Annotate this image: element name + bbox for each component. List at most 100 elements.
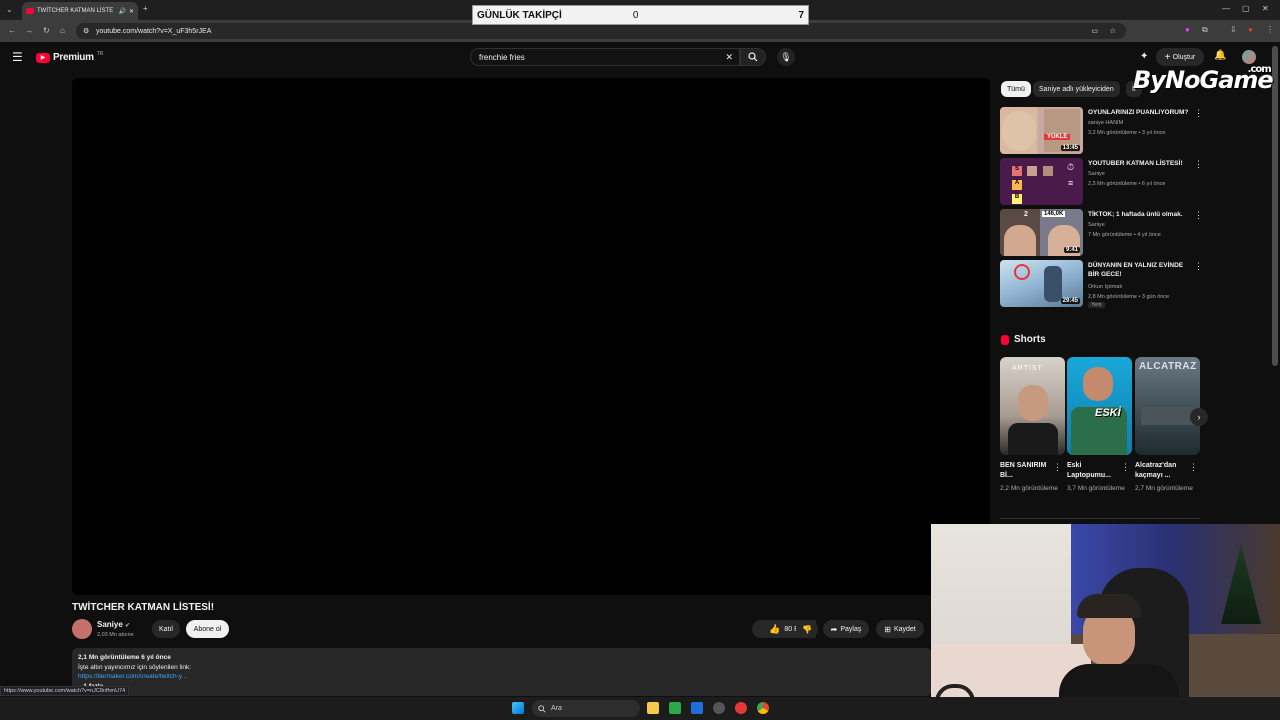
description-more[interactable]: ...1 fazla — [78, 682, 926, 692]
notifications-bell-icon[interactable]: 🔔 — [1214, 50, 1226, 61]
windows-start-icon[interactable] — [512, 702, 524, 714]
new-tab-icon[interactable]: + — [143, 5, 148, 13]
short-title[interactable]: Eski Laptopumu... — [1067, 461, 1119, 481]
window-close-icon[interactable]: ✕ — [1262, 5, 1269, 13]
save-label: Kaydet — [893, 625, 916, 633]
search-input[interactable]: frenchie fries ✕ — [470, 48, 740, 66]
create-label: Oluştur — [1172, 53, 1196, 61]
share-label: Paylaş — [840, 625, 862, 633]
page-scrollbar[interactable] — [1272, 46, 1278, 366]
obs-icon[interactable] — [713, 702, 725, 714]
more-actions-icon[interactable]: ⋮ — [1194, 159, 1203, 170]
site-info-icon[interactable]: ⚙ — [83, 27, 89, 35]
forward-icon[interactable]: → — [25, 27, 33, 35]
shorts-next-button[interactable]: › — [1190, 408, 1208, 426]
description-link[interactable]: https://tiermaker.com/create/twitch-y... — [78, 672, 926, 682]
chip-from-uploader[interactable]: Saniye adlı yükleyiciden — [1033, 81, 1120, 97]
more-actions-icon[interactable]: ⋮ — [1189, 462, 1198, 473]
back-icon[interactable]: ← — [8, 27, 16, 35]
shorts-heading: Shorts — [1001, 334, 1046, 345]
short-thumbnail[interactable]: ESKİ — [1067, 357, 1132, 455]
voice-search-button[interactable]: 🎙 — [777, 48, 795, 66]
thumbnail-face — [1018, 385, 1048, 421]
follower-counter-overlay: GÜNLÜK TAKİPÇİ 0 7 — [472, 5, 809, 25]
share-button[interactable]: ➦ Paylaş — [823, 620, 869, 638]
clear-search-icon[interactable]: ✕ — [725, 52, 733, 63]
watch-later-clock-icon[interactable]: ⏱ — [1067, 162, 1074, 173]
plus-icon: + — [1164, 51, 1171, 63]
join-button[interactable]: Katıl — [152, 620, 180, 638]
media-player-icon[interactable] — [735, 702, 747, 714]
short-thumbnail[interactable]: ALCATRAZ — [1135, 357, 1200, 455]
tier-label: A — [1012, 180, 1022, 190]
add-to-queue-icon[interactable]: ≡ — [1068, 178, 1073, 188]
more-actions-icon[interactable]: ⋮ — [1194, 108, 1203, 119]
browser-menu-icon[interactable]: ⋮ — [1266, 26, 1274, 34]
downloads-icon[interactable]: ⇩ — [1230, 26, 1237, 34]
more-actions-icon[interactable]: ⋮ — [1194, 210, 1203, 221]
rec-thumbnail[interactable]: 29:45 — [1000, 260, 1083, 307]
subscribe-label: Abone ol — [193, 625, 222, 633]
dislike-button[interactable]: 👎 — [796, 620, 818, 638]
profile-icon[interactable]: ● — [1248, 26, 1253, 34]
shorts-logo-icon — [1001, 334, 1009, 345]
reload-icon[interactable]: ↻ — [43, 27, 50, 35]
cast-icon[interactable]: ▭ — [1091, 27, 1098, 35]
rec-meta: 2,5 Mn görüntüleme • 6 yıl önce — [1088, 181, 1166, 187]
channel-avatar[interactable] — [72, 619, 92, 639]
browser-tab[interactable]: TWİTCHER KATMAN LİSTE 🔊 ✕ — [22, 2, 138, 20]
create-button[interactable]: + Oluştur — [1156, 48, 1204, 66]
rec-title[interactable]: TİKTOK; 1 haftada ünlü olmak. — [1088, 210, 1193, 219]
subscriber-count: 2,03 Mn abone — [97, 632, 134, 638]
rec-channel[interactable]: Saniye — [1088, 220, 1105, 230]
youtube-logo[interactable]: ▶ Premium TR — [36, 51, 103, 63]
tier-label: S — [1012, 166, 1022, 176]
rec-thumbnail[interactable]: 2 146,0K 9:41 — [1000, 209, 1083, 256]
thumbs-down-icon: 👎 — [802, 624, 812, 634]
search-button[interactable] — [740, 48, 766, 66]
channel-name[interactable]: Saniye ✔ — [97, 620, 130, 629]
rec-thumbnail[interactable]: YÜKLE 13:45 — [1000, 107, 1083, 154]
bookmark-star-icon[interactable]: ☆ — [1110, 27, 1116, 35]
rec-channel[interactable]: Orkun Işıtmak — [1088, 282, 1122, 292]
app-icon[interactable] — [669, 702, 681, 714]
rec-channel[interactable]: saniye HANIM — [1088, 118, 1123, 128]
video-description[interactable]: 2,1 Mn görüntüleme 6 yıl önce İşte altın… — [72, 648, 932, 696]
short-title[interactable]: Alcatraz'dan kaçmayı ... — [1135, 461, 1187, 481]
rec-title[interactable]: DÜNYANIN EN YALNIZ EVİNDE BİR GECE! — [1088, 261, 1193, 279]
extension-icon[interactable]: ● — [1185, 26, 1190, 34]
file-explorer-icon[interactable] — [647, 702, 659, 714]
home-icon[interactable]: ⌂ — [60, 27, 65, 35]
minimize-icon[interactable]: — — [1222, 5, 1230, 13]
cast-app-icon[interactable]: ✦ — [1140, 51, 1148, 62]
rec-thumbnail[interactable]: S A B ⏱ ≡ — [1000, 158, 1083, 205]
account-avatar[interactable] — [1242, 50, 1256, 64]
subscribe-button[interactable]: Abone ol — [186, 620, 229, 638]
url-field[interactable]: ⚙ youtube.com/watch?v=X_uF3h5rJEA ▭ ☆ — [76, 23, 1126, 39]
short-views: 2,7 Mn görüntüleme — [1135, 485, 1193, 492]
new-badge: Yeni — [1088, 302, 1105, 308]
rec-title[interactable]: YOUTUBER KATMAN LİSTESİ! — [1088, 159, 1193, 168]
chip-all[interactable]: Tümü — [1001, 81, 1031, 97]
taskbar-search[interactable]: Ara — [532, 700, 640, 717]
store-icon[interactable] — [691, 702, 703, 714]
maximize-icon[interactable]: ▢ — [1242, 5, 1250, 13]
rec-title[interactable]: OYUNLARINIZI PUANLIYORUM? — [1088, 108, 1193, 117]
video-player[interactable] — [72, 78, 990, 595]
chrome-icon[interactable] — [757, 702, 769, 714]
short-title[interactable]: BEN SANIRIM Bİ... — [1000, 461, 1052, 481]
tab-list-icon[interactable]: ⌄ — [6, 6, 13, 14]
more-actions-icon[interactable]: ⋮ — [1194, 261, 1203, 272]
search-icon — [748, 52, 758, 62]
audio-icon[interactable]: 🔊 — [118, 8, 125, 15]
short-thumbnail[interactable]: ARTIST — [1000, 357, 1065, 455]
tab-close-icon[interactable]: ✕ — [129, 8, 134, 15]
extensions-puzzle-icon[interactable]: ⧉ — [1202, 26, 1208, 34]
hamburger-menu-icon[interactable]: ☰ — [12, 50, 23, 64]
rec-channel[interactable]: Saniye — [1088, 169, 1105, 179]
more-actions-icon[interactable]: ⋮ — [1121, 462, 1130, 473]
link-status-bar: https://www.youtube.com/watch?v=nJC8nfhm… — [0, 686, 130, 696]
more-actions-icon[interactable]: ⋮ — [1053, 462, 1062, 473]
save-button[interactable]: ⊞ Kaydet — [876, 620, 924, 638]
thumbnail-overlay-text: ESKİ — [1095, 407, 1121, 419]
